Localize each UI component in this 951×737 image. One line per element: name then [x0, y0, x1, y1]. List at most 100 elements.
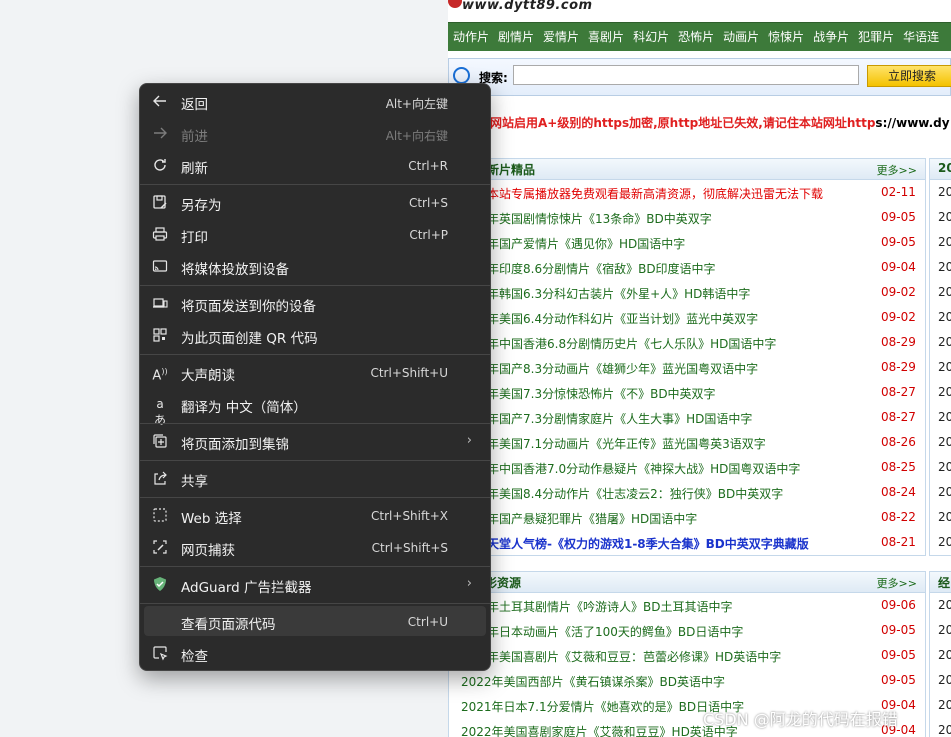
- movie-title-link[interactable]: 年美国7.3分惊悚恐怖片《不》BD中英双字: [487, 385, 716, 402]
- movie-date: 08-27: [881, 385, 916, 399]
- read-aloud-icon: A)): [152, 367, 168, 384]
- side-list-item[interactable]: 20: [930, 205, 951, 230]
- menu-separator: [140, 423, 490, 424]
- side-list-item[interactable]: 20: [930, 718, 951, 737]
- menu-item-refresh[interactable]: 刷新 Ctrl+R: [144, 150, 486, 180]
- menu-item-share[interactable]: 共享: [144, 463, 486, 493]
- collections-icon: [152, 433, 168, 449]
- search-button[interactable]: 立即搜索: [867, 65, 951, 87]
- movie-date: 08-29: [881, 335, 916, 349]
- movie-title-link[interactable]: 年土耳其剧情片《吟游诗人》BD土耳其语中字: [487, 598, 732, 615]
- menu-item-adguard[interactable]: AdGuard 广告拦截器 ›: [144, 569, 486, 599]
- menu-item-cast-media[interactable]: 将媒体投放到设备: [144, 251, 486, 281]
- nav-item[interactable]: 爱情片: [538, 23, 583, 51]
- side-list-item[interactable]: 20: [930, 380, 951, 405]
- side-list-item[interactable]: 20: [930, 255, 951, 280]
- movie-title-link[interactable]: 年美国喜剧片《艾薇和豆豆：芭蕾必修课》HD英语中字: [487, 648, 781, 665]
- movie-title-link[interactable]: 年美国6.4分动作科幻片《亚当计划》蓝光中英双字: [487, 310, 758, 327]
- side-list-item[interactable]: 20: [930, 455, 951, 480]
- back-arrow-icon: [152, 93, 168, 109]
- side-list-item[interactable]: 20: [930, 693, 951, 718]
- movie-title-link[interactable]: 年中国香港6.8分剧情历史片《七人乐队》HD国语中字: [487, 335, 776, 352]
- nav-item[interactable]: 剧情片: [493, 23, 538, 51]
- menu-item-web-capture[interactable]: 网页捕获 Ctrl+Shift+S: [144, 532, 486, 562]
- nav-item[interactable]: 惊悚片: [763, 23, 808, 51]
- menu-item-forward: 前进 Alt+向右键: [144, 118, 486, 148]
- menu-item-qr-code[interactable]: 为此页面创建 QR 代码: [144, 320, 486, 350]
- movie-title-link[interactable]: 年印度8.6分剧情片《宿敌》BD印度语中字: [487, 260, 716, 277]
- nav-item[interactable]: 喜剧片: [583, 23, 628, 51]
- menu-item-translate[interactable]: aあ 翻译为 中文（简体）: [144, 389, 486, 427]
- menu-item-inspect[interactable]: 检查: [144, 638, 486, 668]
- movie-title-link[interactable]: 本站专属播放器免费观看最新高清资源，彻底解决迅雷无法下载: [487, 185, 823, 202]
- side-list-item[interactable]: 20: [930, 618, 951, 643]
- movie-title-link[interactable]: 天堂人气榜-《权力的游戏1-8季大合集》BD中英双字典藏版: [487, 535, 809, 552]
- menu-item-save-as[interactable]: 另存为 Ctrl+S: [144, 187, 486, 217]
- inspect-icon: [152, 645, 168, 661]
- nav-item[interactable]: 犯罪片: [853, 23, 898, 51]
- table-row: 年印度8.6分剧情片《宿敌》BD印度语中字 09-04: [449, 255, 925, 280]
- search-icon: [453, 67, 470, 84]
- menu-shortcut: Ctrl+Shift+X: [371, 509, 448, 523]
- movie-title-link[interactable]: 年日本动画片《活了100天的鳄鱼》BD日语中字: [487, 623, 743, 640]
- nav-item[interactable]: 科幻片: [628, 23, 673, 51]
- nav-item[interactable]: 动画片: [718, 23, 763, 51]
- web-page: www.dytt89.com 动作片 剧情片 爱情片 喜剧片 科幻片 恐怖片 动画片 惊悚片战…: [448, 0, 951, 737]
- menu-item-view-source[interactable]: 查看页面源代码 Ctrl+U: [144, 606, 486, 636]
- side-list-item[interactable]: 20: [930, 230, 951, 255]
- side-title: 经: [938, 576, 951, 590]
- side-list-item[interactable]: 20: [930, 280, 951, 305]
- movie-title-link[interactable]: 年国产7.3分剧情家庭片《人生大事》HD国语中字: [487, 410, 752, 427]
- more-link[interactable]: 更多>>: [877, 162, 917, 178]
- more-link[interactable]: 更多>>: [877, 575, 917, 591]
- table-row: 年美国8.4分动作片《壮志凌云2：独行侠》BD中英双字 08-24: [449, 480, 925, 505]
- menu-label: 返回: [181, 97, 208, 113]
- new-movies-panel: 新片精品 更多>> 本站专属播放器免费观看最新高清资源，彻底解决迅雷无法下载 02…: [448, 158, 926, 556]
- side-list-item[interactable]: 20: [930, 430, 951, 455]
- nav-item[interactable]: 动作片: [448, 23, 493, 51]
- menu-item-read-aloud[interactable]: A)) 大声朗读 Ctrl+Shift+U: [144, 357, 486, 387]
- movie-title-link[interactable]: 2022年美国西部片《黄石镇谋杀案》BD英语中字: [461, 673, 725, 690]
- menu-item-web-select[interactable]: Web 选择 Ctrl+Shift+X: [144, 500, 486, 530]
- menu-separator: [140, 566, 490, 567]
- side-list-item[interactable]: 20: [930, 505, 951, 530]
- menu-item-print[interactable]: 打印 Ctrl+P: [144, 219, 486, 249]
- web-capture-icon: [152, 539, 168, 555]
- menu-separator: [140, 184, 490, 185]
- menu-item-back[interactable]: 返回 Alt+向左键: [144, 86, 486, 116]
- movie-title-link[interactable]: 年美国8.4分动作片《壮志凌云2：独行侠》BD中英双字: [487, 485, 783, 502]
- movie-title-link[interactable]: 年韩国6.3分科幻古装片《外星+人》HD韩语中字: [487, 285, 750, 302]
- panel-title: 新片精品: [487, 163, 536, 177]
- side-list-item[interactable]: 20: [930, 593, 951, 618]
- movie-title-link[interactable]: 年国产8.3分动画片《雄狮少年》蓝光国粤双语中字: [487, 360, 758, 377]
- menu-item-add-to-collections[interactable]: 将页面添加到集锦 ›: [144, 426, 486, 456]
- movie-title-link[interactable]: 年英国剧情惊悚片《13条命》BD中英双字: [487, 210, 712, 227]
- side-list-item[interactable]: 20: [930, 480, 951, 505]
- nav-item[interactable]: 恐怖片: [673, 23, 718, 51]
- side-list-item[interactable]: 20: [930, 355, 951, 380]
- side-list-item[interactable]: 20: [930, 668, 951, 693]
- movie-title-link[interactable]: 年国产悬疑犯罪片《猎屠》HD国语中字: [487, 510, 697, 527]
- menu-item-send-to-device[interactable]: 将页面发送到你的设备: [144, 288, 486, 318]
- side-list-item[interactable]: 20: [930, 643, 951, 668]
- side-list-item[interactable]: 20: [930, 330, 951, 355]
- nav-item[interactable]: 华语连: [898, 23, 943, 51]
- side-list-item[interactable]: 20: [930, 305, 951, 330]
- search-input[interactable]: [513, 65, 859, 85]
- menu-shortcut: Ctrl+U: [407, 615, 448, 629]
- movie-title-link[interactable]: 年中国香港7.0分动作悬疑片《神探大战》HD国粤双语中字: [487, 460, 800, 477]
- movie-title-link[interactable]: 年国产爱情片《遇见你》HD国语中字: [487, 235, 685, 252]
- site-logo[interactable]: www.dytt89.com: [462, 0, 593, 13]
- menu-label: AdGuard 广告拦截器: [181, 580, 312, 596]
- movie-title-link[interactable]: 年美国7.1分动画片《光年正传》蓝光国粤英3语双字: [487, 435, 766, 452]
- table-row: 年美国6.4分动作科幻片《亚当计划》蓝光中英双字 09-02: [449, 305, 925, 330]
- nav-item[interactable]: 战争片: [808, 23, 853, 51]
- adguard-shield-icon: [152, 576, 168, 592]
- movie-title-link[interactable]: 2022年美国喜剧家庭片《艾薇和豆豆》HD英语中字: [461, 723, 738, 737]
- side-list-item[interactable]: 20: [930, 405, 951, 430]
- side-list-item[interactable]: 20: [930, 530, 951, 555]
- table-row: 年国产8.3分动画片《雄狮少年》蓝光国粤双语中字 08-29: [449, 355, 925, 380]
- translate-icon: aあ: [153, 397, 166, 427]
- movie-title-link[interactable]: 2021年日本7.1分爱情片《她喜欢的是》BD日语中字: [461, 698, 744, 715]
- side-list-item[interactable]: 20: [930, 180, 951, 205]
